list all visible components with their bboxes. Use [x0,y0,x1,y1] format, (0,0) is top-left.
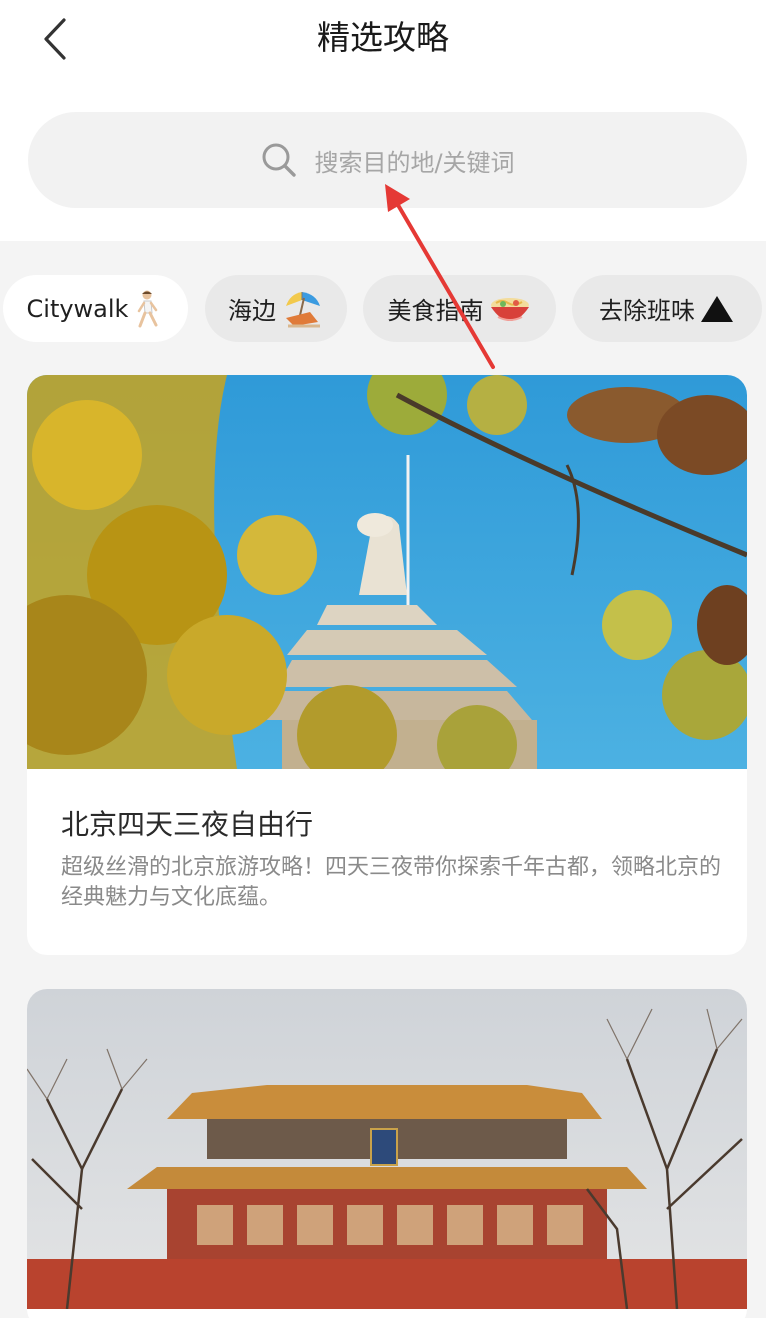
noodle-bowl-icon [488,289,532,329]
tab-label: 去除班味 [599,297,695,325]
tab-label: Citywalk [26,294,129,323]
article-cover-image [27,375,747,769]
person-walking-icon [132,289,164,329]
search-icon [260,141,298,179]
article-cover-image [27,989,747,1309]
tab-food-guide[interactable]: 美食指南 [363,275,556,342]
beach-umbrella-icon [280,288,324,330]
tab-label: 海边 [228,297,276,325]
tab-beach[interactable]: 海边 [205,275,347,342]
article-card[interactable] [27,989,747,1318]
search-placeholder: 搜索目的地/关键词 [314,148,515,177]
article-description: 超级丝滑的北京旅游攻略！四天三夜带你探索千年古都，领略北京的经典魅力与文化底蕴。 [61,855,722,910]
article-card[interactable]: 北京四天三夜自由行 超级丝滑的北京旅游攻略！四天三夜带你探索千年古都，领略北京的… [27,375,747,955]
search-input[interactable]: 搜索目的地/关键词 [28,112,747,208]
tab-citywalk[interactable]: Citywalk [3,275,188,342]
black-triangle-icon [699,294,735,324]
tab-label: 美食指南 [387,297,484,325]
top-bar-area: 精选攻略 搜索目的地/关键词 [0,0,766,241]
tab-relax[interactable]: 去除班味 [572,275,762,342]
article-title: 北京四天三夜自由行 [61,808,314,841]
category-tabs: Citywalk 海边 美食指南 去除班味 [0,275,766,343]
page-title: 精选攻略 [317,18,449,57]
